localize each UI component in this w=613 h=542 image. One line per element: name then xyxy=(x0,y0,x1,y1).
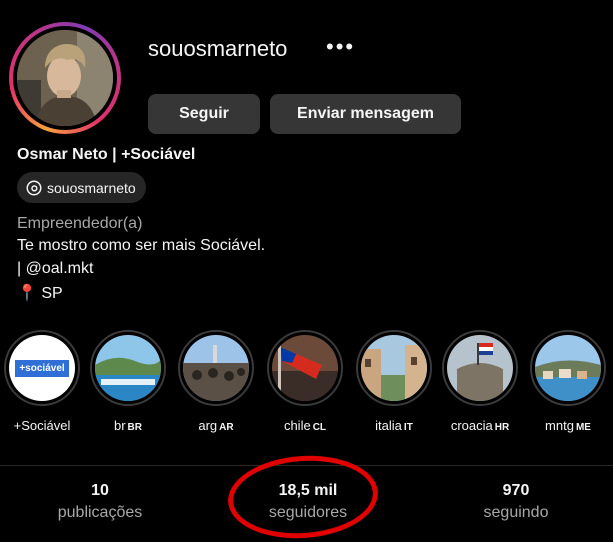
avatar[interactable] xyxy=(17,30,113,126)
highlight-sociavel[interactable]: +sociável +Sociável xyxy=(4,330,80,433)
highlight-italia[interactable]: italia IT xyxy=(356,330,432,433)
highlight-cover xyxy=(535,335,601,401)
highlight-ring xyxy=(442,330,518,406)
highlight-ring xyxy=(90,330,166,406)
highlight-ring xyxy=(267,330,343,406)
posts-label: publicações xyxy=(57,504,143,521)
bio-line: Te mostro como ser mais Sociável. xyxy=(17,237,266,254)
highlight-label: +Sociável xyxy=(13,418,71,433)
highlight-arg[interactable]: arg AR xyxy=(178,330,254,433)
highlight-label: croacia HR xyxy=(450,418,510,433)
highlight-label: chile CL xyxy=(283,418,327,433)
highlight-cover: +sociável xyxy=(9,335,75,401)
highlight-croacia[interactable]: croacia HR xyxy=(442,330,518,433)
send-message-button[interactable]: Enviar mensagem xyxy=(270,94,461,134)
highlight-ring xyxy=(178,330,254,406)
bio-location-text: SP xyxy=(41,285,63,302)
avatar-frame xyxy=(13,26,117,130)
following-value: 970 xyxy=(502,482,530,499)
highlight-cover xyxy=(95,335,161,401)
highlight-ring: +sociável xyxy=(4,330,80,406)
story-ring[interactable] xyxy=(9,22,121,134)
bio-location: 📍 SP xyxy=(17,283,63,303)
full-name: Osmar Neto | +Sociável xyxy=(17,146,196,163)
highlight-chile[interactable]: chile CL xyxy=(267,330,343,433)
pin-icon: 📍 xyxy=(17,285,37,302)
posts-value: 10 xyxy=(91,482,109,499)
highlight-ring xyxy=(356,330,432,406)
highlight-ring xyxy=(530,330,606,406)
following-label: seguindo xyxy=(483,504,549,521)
more-options-icon[interactable]: ••• xyxy=(326,34,355,60)
bio-mention[interactable]: | @oal.mkt xyxy=(17,260,93,277)
highlight-label: italia IT xyxy=(375,418,413,433)
following-count[interactable]: 970 seguindo xyxy=(426,482,606,522)
follow-button[interactable]: Seguir xyxy=(148,94,260,134)
posts-count[interactable]: 10 publicações xyxy=(10,482,190,522)
threads-badge[interactable]: souosmarneto xyxy=(17,172,146,203)
threads-handle: souosmarneto xyxy=(47,179,136,196)
highlight-cover xyxy=(447,335,513,401)
highlight-mntg[interactable]: mntg ME xyxy=(530,330,606,433)
highlight-br[interactable]: br BR xyxy=(90,330,166,433)
highlight-label: br BR xyxy=(113,418,142,433)
highlight-cover xyxy=(272,335,338,401)
highlight-label: mntg ME xyxy=(545,418,591,433)
highlight-cover-text: +sociável xyxy=(15,359,69,377)
username: souosmarneto xyxy=(148,36,288,61)
highlight-cover xyxy=(183,335,249,401)
avatar-photo xyxy=(17,30,113,126)
highlight-cover xyxy=(361,335,427,401)
highlight-label: arg AR xyxy=(198,418,234,433)
threads-icon xyxy=(26,180,42,195)
profile-category: Empreendedor(a) xyxy=(17,215,143,232)
bio-line[interactable]: | @oal.mkt xyxy=(17,260,93,278)
